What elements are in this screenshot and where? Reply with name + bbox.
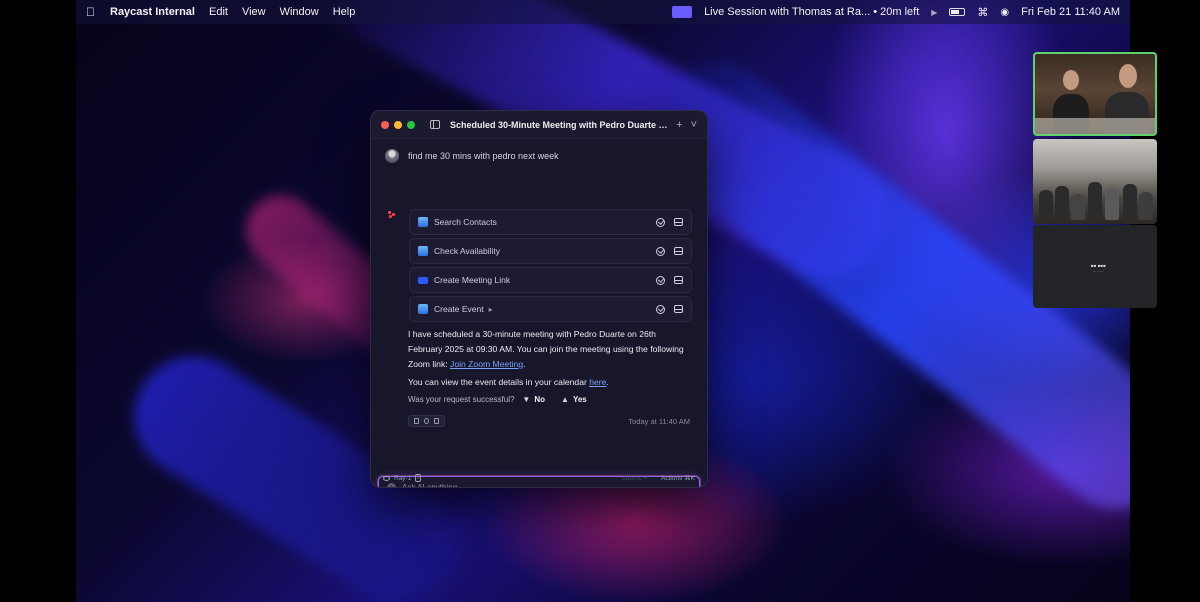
actions-button[interactable]: Actions ⌘K xyxy=(661,474,695,482)
audience-member xyxy=(1039,190,1053,220)
chat-transcript: find me 30 mins with pedro next week Sea… xyxy=(371,139,707,487)
feedback-prompt: Was your request successful? ▼ No ▲ Yes xyxy=(408,395,587,404)
audience-member xyxy=(1071,194,1085,220)
ai-response-paragraph: You can view the event details in your c… xyxy=(408,375,688,390)
close-window-button[interactable] xyxy=(381,120,389,129)
feedback-yes-button[interactable]: ▲ Yes xyxy=(561,395,587,404)
raycast-ai-chat-window: Scheduled 30-Minute Meeting with Pedro D… xyxy=(370,110,708,488)
response-text: . xyxy=(523,359,526,369)
feedback-no-button[interactable]: ▼ No xyxy=(522,395,545,404)
model-name: Ray-1 xyxy=(394,474,412,482)
eye-icon xyxy=(383,475,390,481)
zoom-icon xyxy=(418,276,428,284)
menu-window[interactable]: Window xyxy=(280,6,319,18)
avatar xyxy=(385,149,399,163)
play-icon[interactable]: ▶ xyxy=(931,8,937,17)
zoom-window-button[interactable] xyxy=(407,120,415,129)
ai-response: I have scheduled a 30-minute meeting wit… xyxy=(408,327,688,391)
battery-icon[interactable] xyxy=(949,8,966,16)
info-icon[interactable]: i xyxy=(415,474,421,482)
window-footer: Ray-1 i Submit ↵ Actions ⌘K xyxy=(371,469,707,487)
desk xyxy=(1035,118,1155,134)
menu-edit[interactable]: Edit xyxy=(209,6,228,18)
tool-call-create-meeting-link[interactable]: Create Meeting Link xyxy=(409,267,692,293)
participant-head xyxy=(1063,70,1079,90)
message-timestamp: Today at 11:40 AM xyxy=(628,417,690,426)
apple-icon[interactable]:  xyxy=(86,5,100,19)
menu-bar:  Raycast Internal Edit View Window Help… xyxy=(76,0,1130,24)
inspect-icon[interactable] xyxy=(674,305,683,313)
calendar-icon xyxy=(418,217,428,227)
tool-calls: Search Contacts Check Availability Creat… xyxy=(409,209,692,325)
thumbs-down-icon: ▼ xyxy=(522,395,531,404)
user-message: find me 30 mins with pedro next week xyxy=(385,149,559,163)
inspect-icon[interactable] xyxy=(674,218,683,226)
tool-call-label: Check Availability xyxy=(434,246,500,256)
user-message-text: find me 30 mins with pedro next week xyxy=(408,151,559,161)
thumbs-up-icon: ▲ xyxy=(561,395,569,404)
tool-call-create-event[interactable]: Create Event ▸ xyxy=(409,296,692,322)
check-circle-icon xyxy=(656,246,665,256)
window-titlebar: Scheduled 30-Minute Meeting with Pedro D… xyxy=(371,111,707,139)
app-menu[interactable]: Raycast Internal xyxy=(110,6,195,18)
calendar-icon xyxy=(418,304,428,314)
check-circle-icon xyxy=(656,304,665,314)
menu-help[interactable]: Help xyxy=(333,6,356,18)
calendar-here-link[interactable]: here xyxy=(589,377,606,387)
clock[interactable]: Fri Feb 21 11:40 AM xyxy=(1021,6,1120,18)
audience-member xyxy=(1055,186,1069,220)
message-actions xyxy=(408,415,445,427)
raycast-ai-icon xyxy=(388,211,396,219)
join-zoom-meeting-link[interactable]: Join Zoom Meeting xyxy=(450,359,523,369)
audience-member xyxy=(1105,188,1119,220)
check-circle-icon xyxy=(656,275,665,285)
response-text: . xyxy=(606,377,609,387)
audience-member xyxy=(1088,182,1102,220)
video-tile-audience[interactable] xyxy=(1033,139,1157,224)
model-selector[interactable]: Ray-1 i xyxy=(383,474,421,482)
submit-hint[interactable]: Submit ↵ xyxy=(622,474,649,482)
tool-call-label: Search Contacts xyxy=(434,217,497,227)
menu-bar-status: Live Session with Thomas at Ra... • 20m … xyxy=(672,6,1120,19)
chat-title: Scheduled 30-Minute Meeting with Pedro D… xyxy=(450,119,670,130)
feedback-question: Was your request successful? xyxy=(408,395,515,404)
chevron-down-icon[interactable]: ˅ xyxy=(691,119,697,131)
tool-call-label: Create Event xyxy=(434,304,484,314)
menu-view[interactable]: View xyxy=(242,6,266,18)
sidebar-toggle-icon[interactable] xyxy=(430,120,440,129)
chevron-right-icon[interactable]: ▸ xyxy=(489,305,493,314)
check-circle-icon xyxy=(656,217,665,227)
participant-head xyxy=(1119,64,1137,88)
audience-member xyxy=(1139,192,1153,220)
tool-call-label: Create Meeting Link xyxy=(434,275,511,285)
minimize-window-button[interactable] xyxy=(394,120,402,129)
response-text: You can view the event details in your c… xyxy=(408,377,590,387)
inspect-icon[interactable] xyxy=(674,247,683,255)
regenerate-icon[interactable] xyxy=(423,418,429,424)
tool-call-check-availability[interactable]: Check Availability xyxy=(409,238,692,264)
shared-slide-caption: — — — xyxy=(1093,269,1104,273)
calendar-icon xyxy=(418,246,428,256)
video-tile-screen-share[interactable]: ■■ ■■■ — — — xyxy=(1033,225,1157,308)
feedback-yes-label: Yes xyxy=(572,395,587,404)
feedback-no-label: No xyxy=(534,395,546,404)
video-tile-active-speaker[interactable] xyxy=(1033,52,1157,136)
live-session-icon[interactable] xyxy=(672,6,693,18)
ai-response-paragraph: I have scheduled a 30-minute meeting wit… xyxy=(408,327,688,372)
control-center-icon[interactable]: ◉ xyxy=(1000,7,1009,18)
shared-slide-logo: ■■ ■■■ xyxy=(1091,263,1106,268)
tool-call-search-contacts[interactable]: Search Contacts xyxy=(409,209,692,235)
wifi-icon[interactable]: ⌘ xyxy=(977,6,988,19)
trash-icon[interactable] xyxy=(434,418,440,424)
copy-icon[interactable] xyxy=(413,418,419,424)
new-chat-button[interactable]: + xyxy=(676,119,682,131)
inspect-icon[interactable] xyxy=(674,276,683,284)
live-session-label[interactable]: Live Session with Thomas at Ra... • 20m … xyxy=(704,6,919,18)
audience-member xyxy=(1123,184,1137,220)
